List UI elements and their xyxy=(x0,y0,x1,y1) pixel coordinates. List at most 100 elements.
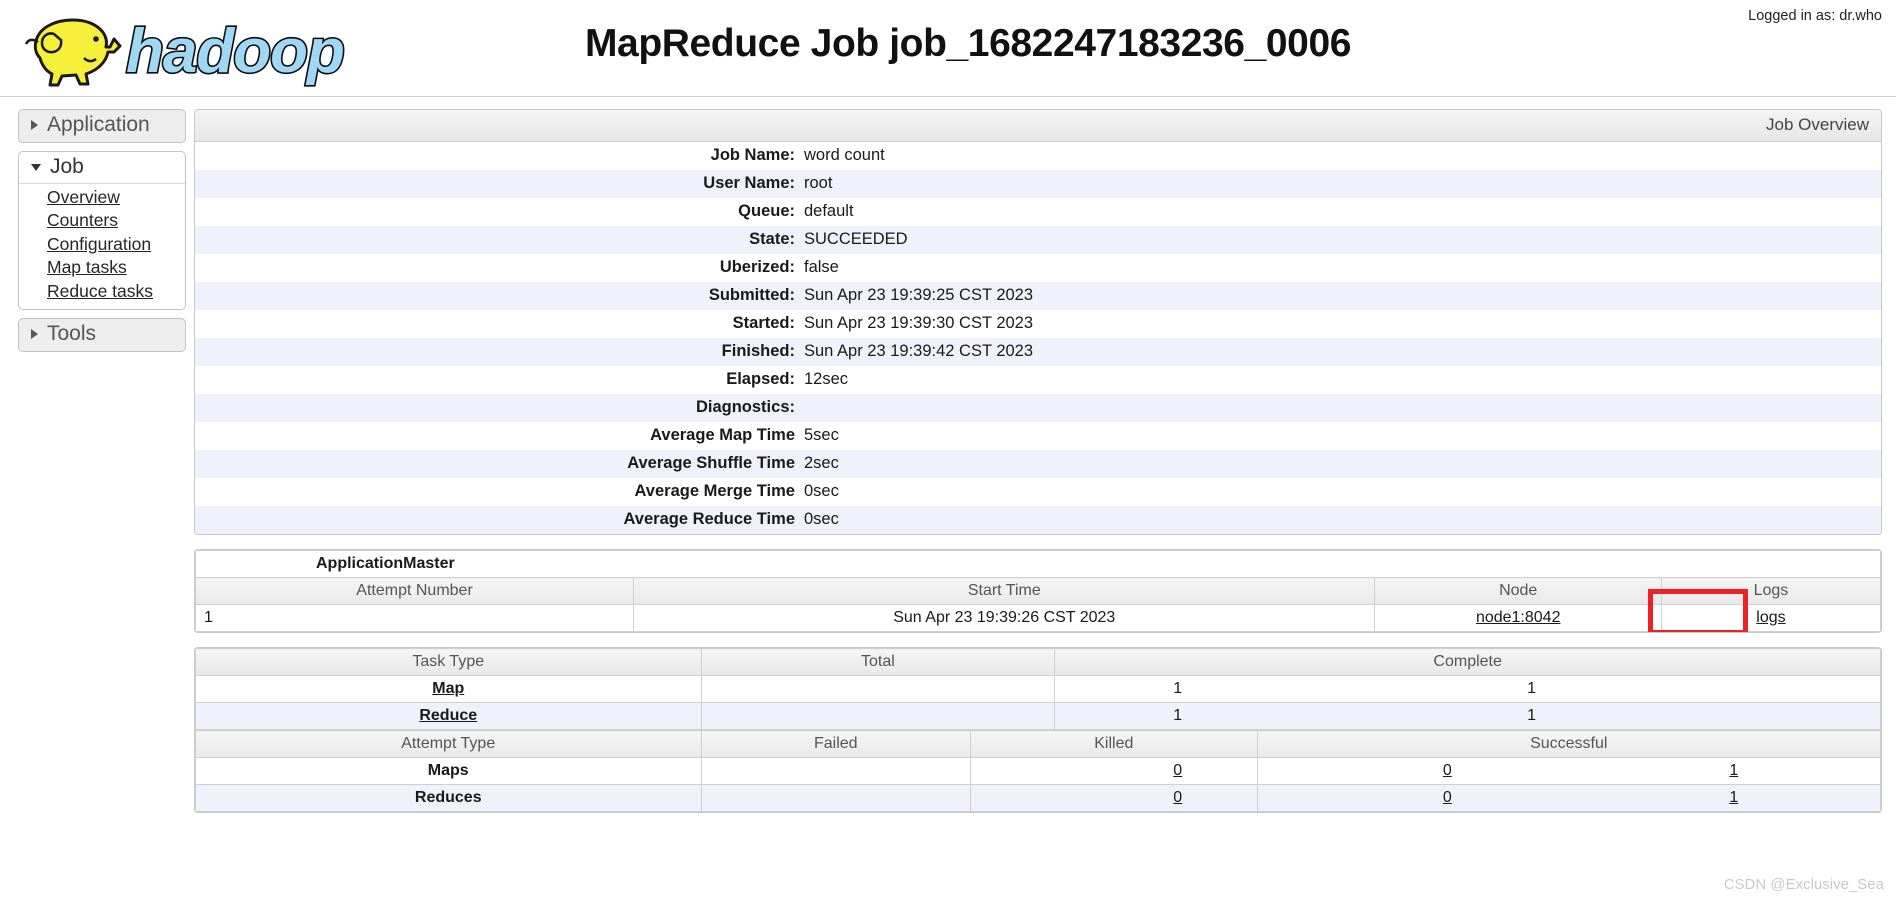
row-label: Submitted: xyxy=(195,282,804,310)
main-content: Job Overview Job Name: word count User N… xyxy=(186,109,1896,827)
sidebar-section-job-label: Job xyxy=(50,154,84,178)
application-master-table: ApplicationMaster Attempt Number Start T… xyxy=(195,550,1881,632)
sidebar-section-application-header[interactable]: Application xyxy=(19,110,185,142)
table-row: Queue: default xyxy=(195,198,1881,226)
cell-map-total: 1 xyxy=(700,675,1182,703)
row-label: Diagnostics: xyxy=(195,394,804,422)
chevron-right-icon xyxy=(31,328,38,339)
attempt-summary-table: Attempt Type Failed Killed Successful Ma… xyxy=(195,730,1881,812)
column-header-task-type[interactable]: Task Type xyxy=(195,648,702,676)
application-master-title: ApplicationMaster xyxy=(195,550,1881,578)
sidebar-item-overview[interactable]: Overview xyxy=(19,186,185,209)
sidebar-section-application[interactable]: Application xyxy=(18,109,186,143)
node-link[interactable]: node1:8042 xyxy=(1476,609,1561,626)
map-tasks-link[interactable]: Map xyxy=(432,680,464,697)
row-value: root xyxy=(804,170,1881,198)
row-value: 2sec xyxy=(804,450,1881,478)
sidebar-section-job[interactable]: Job Overview Counters Configuration Map … xyxy=(18,150,186,310)
job-overview-panel: Job Overview Job Name: word count User N… xyxy=(194,109,1882,535)
sidebar-job-links: Overview Counters Configuration Map task… xyxy=(19,183,185,309)
task-summary-panel: Task Type Total Complete Map 1 1 Reduce xyxy=(194,647,1882,813)
column-header-logs[interactable]: Logs xyxy=(1660,577,1881,605)
cell-maps-killed: 0 xyxy=(970,757,1452,785)
table-header-row: Task Type Total Complete xyxy=(195,648,1881,676)
table-row: Uberized: false xyxy=(195,254,1881,282)
page-title: MapReduce Job job_1682247183236_0006 xyxy=(584,22,1352,65)
sidebar-item-configuration[interactable]: Configuration xyxy=(19,233,185,256)
table-header-row: Attempt Type Failed Killed Successful xyxy=(195,730,1881,758)
column-header-attempt-number[interactable]: Attempt Number xyxy=(195,577,635,605)
row-label: Job Name: xyxy=(195,142,804,170)
maps-killed-link[interactable]: 0 xyxy=(1443,762,1452,779)
row-value: default xyxy=(804,198,1881,226)
row-label: Finished: xyxy=(195,338,804,366)
cell-reduces-failed: 0 xyxy=(700,784,1182,812)
table-row: 1 Sun Apr 23 19:39:26 CST 2023 node1:804… xyxy=(195,589,1881,632)
row-label: Started: xyxy=(195,310,804,338)
row-label: Elapsed: xyxy=(195,366,804,394)
reduce-tasks-link[interactable]: Reduce xyxy=(419,707,477,724)
sidebar-item-map-tasks[interactable]: Map tasks xyxy=(19,256,185,279)
table-row: Average Shuffle Time 2sec xyxy=(195,450,1881,478)
column-header-start-time[interactable]: Start Time xyxy=(633,577,1376,605)
login-status: Logged in as: dr.who xyxy=(1748,8,1882,24)
table-row: User Name: root xyxy=(195,170,1881,198)
page-header: hadoop MapReduce Job job_1682247183236_0… xyxy=(0,0,1896,97)
table-row: Average Merge Time 0sec xyxy=(195,478,1881,506)
cell-task-type-map: Map xyxy=(195,675,702,703)
reduces-failed-link[interactable]: 0 xyxy=(1173,789,1182,806)
job-overview-banner: Job Overview xyxy=(195,110,1881,142)
row-value: 0sec xyxy=(804,506,1881,534)
chevron-right-icon xyxy=(31,119,38,130)
logs-link[interactable]: logs xyxy=(1756,609,1785,626)
reduces-successful-link[interactable]: 1 xyxy=(1729,789,1738,806)
row-label: Average Reduce Time xyxy=(195,506,804,534)
table-row: Submitted: Sun Apr 23 19:39:25 CST 2023 xyxy=(195,282,1881,310)
table-row: State: SUCCEEDED xyxy=(195,226,1881,254)
cell-reduces-successful: 1 xyxy=(1256,784,1881,812)
row-label: Average Merge Time xyxy=(195,478,804,506)
table-header-row: Attempt Number Start Time Node Logs xyxy=(195,577,1881,605)
row-label: User Name: xyxy=(195,170,804,198)
column-header-node[interactable]: Node xyxy=(1374,577,1662,605)
task-summary-table: Task Type Total Complete Map 1 1 Reduce xyxy=(195,648,1881,730)
row-value: Sun Apr 23 19:39:30 CST 2023 xyxy=(804,310,1881,338)
row-label: Queue: xyxy=(195,198,804,226)
column-header-successful[interactable]: Successful xyxy=(1256,730,1881,758)
table-row: Reduce 1 1 xyxy=(195,702,1881,730)
table-row: Diagnostics: xyxy=(195,394,1881,422)
reduces-killed-link[interactable]: 0 xyxy=(1443,789,1452,806)
maps-failed-link[interactable]: 0 xyxy=(1173,762,1182,779)
application-master-panel: ApplicationMaster Attempt Number Start T… xyxy=(194,549,1882,633)
column-header-killed[interactable]: Killed xyxy=(970,730,1258,758)
status-value: SUCCEEDED xyxy=(804,226,1881,254)
table-row: Finished: Sun Apr 23 19:39:42 CST 2023 xyxy=(195,338,1881,366)
sidebar-item-reduce-tasks[interactable]: Reduce tasks xyxy=(19,280,185,303)
column-header-complete[interactable]: Complete xyxy=(1054,648,1881,676)
cell-task-type-reduce: Reduce xyxy=(195,702,702,730)
cell-attempt-type-reduces: Reduces xyxy=(195,784,702,812)
sidebar-section-tools[interactable]: Tools xyxy=(18,317,186,352)
cell-maps-failed: 0 xyxy=(700,757,1182,785)
row-label: Average Map Time xyxy=(195,422,804,450)
table-row: Job Name: word count xyxy=(195,142,1881,170)
table-row: Elapsed: 12sec xyxy=(195,366,1881,394)
sidebar-item-counters[interactable]: Counters xyxy=(19,209,185,232)
column-header-failed[interactable]: Failed xyxy=(700,730,972,758)
row-label: State: xyxy=(195,226,804,254)
cell-logs: logs xyxy=(1647,589,1881,632)
row-label: Average Shuffle Time xyxy=(195,450,804,478)
sidebar-section-tools-label: Tools xyxy=(47,321,97,345)
row-value: word count xyxy=(804,142,1881,170)
table-row: Average Map Time 5sec xyxy=(195,422,1881,450)
row-value: Sun Apr 23 19:39:25 CST 2023 xyxy=(804,282,1881,310)
row-value: 12sec xyxy=(804,366,1881,394)
sidebar-section-job-header[interactable]: Job xyxy=(19,152,185,184)
maps-successful-link[interactable]: 1 xyxy=(1729,762,1738,779)
column-header-attempt-type[interactable]: Attempt Type xyxy=(195,730,702,758)
column-header-total[interactable]: Total xyxy=(700,648,1056,676)
row-value: 5sec xyxy=(804,422,1881,450)
table-row: Started: Sun Apr 23 19:39:30 CST 2023 xyxy=(195,310,1881,338)
table-row: ApplicationMaster xyxy=(195,550,1881,578)
sidebar-section-tools-header[interactable]: Tools xyxy=(19,319,185,351)
